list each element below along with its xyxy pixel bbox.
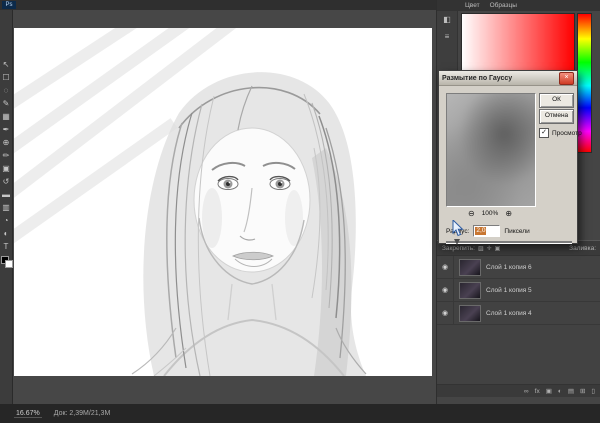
cancel-button[interactable]: Отмена (539, 109, 574, 124)
layer-thumbnail[interactable] (459, 305, 481, 322)
layer-mask-icon[interactable]: ▣ (546, 387, 552, 395)
lasso-tool-icon[interactable]: ◌ (1, 84, 12, 97)
photoshop-window: Ps ↖ ☐ ◌ ✎ ▦ ✒ ⊕ ✏ ▣ ↺ ▬ ▥ ◔ ◐ T (0, 0, 600, 423)
units-label: Пиксели (504, 228, 529, 235)
crop-tool-icon[interactable]: ▦ (1, 110, 12, 123)
adjustment-layer-icon[interactable]: ◐ (558, 388, 562, 395)
portrait-sketch (14, 28, 432, 376)
visibility-eye-icon[interactable]: ◉ (437, 302, 454, 324)
fill-label: Заливка: (569, 245, 596, 252)
clone-stamp-tool-icon[interactable]: ▣ (1, 162, 12, 175)
zoom-out-icon[interactable]: ⊖ (468, 209, 475, 218)
layer-row[interactable]: ◉ Слой 1 копия 4 (437, 302, 600, 325)
app-logo: Ps (2, 1, 16, 9)
quick-selection-tool-icon[interactable]: ✎ (1, 97, 12, 110)
layer-row[interactable]: ◉ Слой 1 копия 5 (437, 279, 600, 302)
layer-group-icon[interactable]: ▤ (568, 387, 574, 395)
zoom-in-icon[interactable]: ⊕ (505, 209, 512, 218)
mouse-cursor (452, 220, 465, 237)
preview-zoom-value: 100% (482, 210, 499, 217)
dodge-tool-icon[interactable]: ◐ (1, 227, 12, 240)
canvas-area (14, 10, 434, 404)
tools-panel: ↖ ☐ ◌ ✎ ▦ ✒ ⊕ ✏ ▣ ↺ ▬ ▥ ◔ ◐ T (0, 10, 13, 404)
status-zoom-value[interactable]: 16.67% (14, 410, 42, 418)
layer-thumbnail[interactable] (459, 282, 481, 299)
document-image[interactable] (14, 28, 432, 376)
text-tool-icon[interactable]: T (1, 240, 12, 253)
blur-tool-icon[interactable]: ◔ (1, 214, 12, 227)
collapsed-panel-icon-2[interactable]: ≡ (445, 32, 450, 41)
layers-panel: Закрепить: ▨ ✛ ▣ Заливка: ◉ Слой 1 копия… (437, 240, 600, 397)
eyedropper-tool-icon[interactable]: ✒ (1, 123, 12, 136)
brush-tool-icon[interactable]: ✏ (1, 149, 12, 162)
color-swatches[interactable] (1, 256, 12, 268)
layer-name[interactable]: Слой 1 копия 4 (486, 310, 532, 317)
status-bar: 16.67% Док: 2,39М/21,3М (0, 404, 600, 423)
radius-input[interactable]: 2,0 (473, 225, 500, 237)
history-brush-tool-icon[interactable]: ↺ (1, 175, 12, 188)
dialog-titlebar[interactable]: Размытие по Гауссу × (439, 71, 577, 86)
preview-checkbox[interactable]: ✓ (539, 128, 549, 138)
blur-preview-image (446, 93, 536, 207)
tab-color[interactable]: Цвет (465, 0, 480, 11)
new-layer-icon[interactable]: ⊞ (580, 387, 585, 395)
menu-bar: Ps (0, 0, 436, 10)
status-doc-info: Док: 2,39М/21,3М (54, 410, 111, 417)
gradient-tool-icon[interactable]: ▥ (1, 201, 12, 214)
visibility-eye-icon[interactable]: ◉ (437, 256, 454, 278)
close-icon[interactable]: × (559, 72, 574, 85)
radius-slider[interactable] (446, 238, 572, 246)
layer-name[interactable]: Слой 1 копия 6 (486, 264, 532, 271)
background-color-swatch[interactable] (5, 260, 13, 268)
layer-name[interactable]: Слой 1 копия 5 (486, 287, 532, 294)
healing-brush-tool-icon[interactable]: ⊕ (1, 136, 12, 149)
preview-checkbox-label: Просмотр (552, 130, 582, 137)
layer-thumbnail[interactable] (459, 259, 481, 276)
gaussian-blur-dialog: Размытие по Гауссу × ОК Отмена ✓ Просмот… (438, 70, 578, 244)
eraser-tool-icon[interactable]: ▬ (1, 188, 12, 201)
visibility-eye-icon[interactable]: ◉ (437, 279, 454, 301)
dialog-title: Размытие по Гауссу (442, 75, 559, 82)
marquee-tool-icon[interactable]: ☐ (1, 71, 12, 84)
blur-preview-box[interactable] (446, 93, 536, 207)
layer-row[interactable]: ◉ Слой 1 копия 6 (437, 256, 600, 279)
layers-panel-footer: ∞ fx ▣ ◐ ▤ ⊞ ▯ (437, 384, 600, 397)
move-tool-icon[interactable]: ↖ (1, 58, 12, 71)
preview-zoom-controls: ⊖ 100% ⊕ (446, 209, 534, 218)
ok-button[interactable]: ОК (539, 93, 574, 108)
preview-checkbox-row: ✓ Просмотр (539, 128, 582, 138)
delete-layer-icon[interactable]: ▯ (591, 387, 595, 395)
radius-slider-track (446, 241, 572, 244)
link-layers-icon[interactable]: ∞ (524, 388, 529, 395)
color-panel-tabs: Цвет Образцы (437, 0, 600, 11)
tab-swatches[interactable]: Образцы (490, 0, 517, 11)
radius-value: 2,0 (475, 227, 486, 235)
radius-slider-thumb[interactable] (454, 239, 460, 245)
collapsed-panel-icon-1[interactable]: ◧ (443, 15, 451, 24)
layer-style-icon[interactable]: fx (535, 388, 540, 395)
